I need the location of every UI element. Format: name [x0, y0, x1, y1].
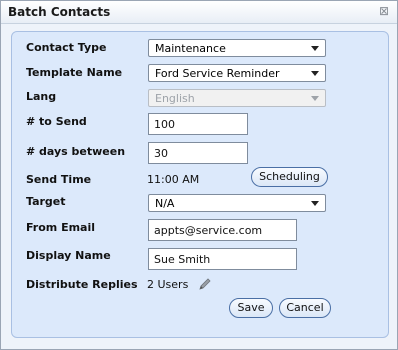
lang-select: English: [148, 89, 326, 107]
template-name-select[interactable]: Ford Service Reminder: [148, 64, 326, 82]
from-email-label: From Email: [26, 221, 96, 234]
chevron-down-icon: [311, 46, 319, 51]
template-name-value: Ford Service Reminder: [155, 67, 280, 80]
cancel-button[interactable]: Cancel: [279, 298, 331, 318]
chevron-down-icon: [311, 201, 319, 206]
contact-type-select[interactable]: Maintenance: [148, 39, 326, 57]
dialog-title: Batch Contacts: [8, 5, 111, 19]
lang-value: English: [155, 92, 195, 105]
target-value: N/A: [155, 197, 175, 210]
num-to-send-input[interactable]: [148, 113, 248, 135]
contact-type-label: Contact Type: [26, 41, 107, 54]
send-time-value: 11:00 AM: [147, 173, 200, 186]
batch-contacts-dialog: Batch Contacts ⊠ Contact Type Maintenanc…: [0, 0, 398, 350]
distribute-replies-label: Distribute Replies: [26, 278, 138, 291]
template-name-label: Template Name: [26, 66, 123, 79]
days-between-input[interactable]: [148, 142, 248, 164]
send-time-label: Send Time: [26, 173, 92, 186]
days-between-label: # days between: [26, 145, 126, 158]
chevron-down-icon: [311, 96, 319, 101]
close-icon[interactable]: ⊠: [377, 4, 391, 18]
target-select[interactable]: N/A: [148, 194, 326, 212]
display-name-label: Display Name: [26, 249, 111, 262]
save-button[interactable]: Save: [229, 298, 273, 318]
target-label: Target: [26, 195, 66, 208]
display-name-input[interactable]: [148, 248, 297, 270]
form-panel: Contact Type Maintenance Template Name F…: [11, 31, 389, 338]
distribute-replies-value: 2 Users: [147, 278, 189, 291]
lang-label: Lang: [26, 90, 57, 103]
contact-type-value: Maintenance: [155, 42, 226, 55]
pencil-icon[interactable]: [198, 277, 212, 291]
title-bar[interactable]: Batch Contacts ⊠: [1, 1, 397, 24]
from-email-input[interactable]: [148, 219, 297, 241]
chevron-down-icon: [311, 71, 319, 76]
scheduling-button[interactable]: Scheduling: [251, 167, 328, 187]
num-to-send-label: # to Send: [26, 115, 87, 128]
